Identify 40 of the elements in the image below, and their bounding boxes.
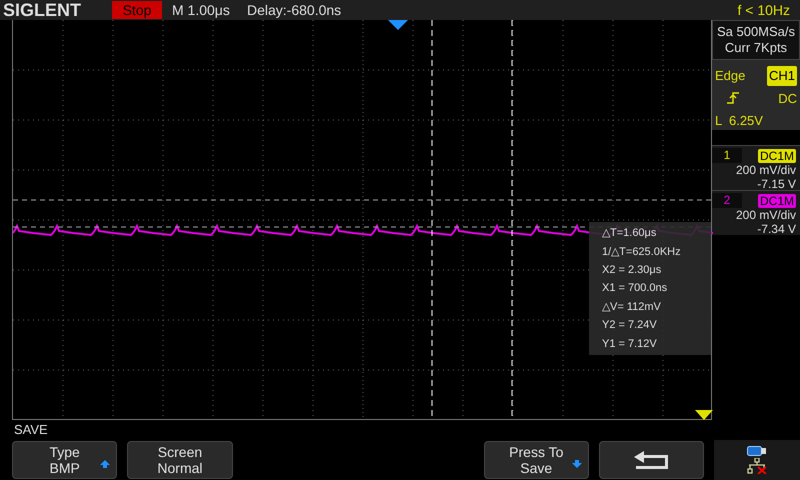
network-disconnected-icon: [747, 458, 768, 474]
menu-title: SAVE: [13, 421, 49, 439]
softkey-button[interactable]: Type BMP: [12, 441, 118, 479]
vertical-scale-label: 200 mV/div: [736, 208, 796, 222]
channel-offset-label: -7.34 V: [757, 222, 796, 236]
coupling-chip: DC1M: [758, 194, 796, 208]
run-status[interactable]: Stop: [112, 1, 162, 19]
measurement-readout: Y2 = 7.24V: [602, 318, 658, 332]
measurement-readout: △V= 112mV: [602, 300, 662, 314]
channel-offset-label: -7.15 V: [757, 177, 796, 191]
softkey-button[interactable]: Press To Save: [484, 441, 589, 479]
usb-drive-icon: [747, 446, 768, 456]
measurement-readout: Y1 = 7.12V: [602, 336, 658, 351]
trigger-coupling-label: DC: [778, 90, 797, 108]
delay-label: Delay:-680.0ns: [247, 0, 342, 20]
measurement-readout: 1/△T=625.0KHz: [602, 244, 682, 259]
channel-number: 1: [712, 148, 742, 163]
channel-number: 2: [712, 193, 742, 208]
trigger-level-marker: [695, 410, 713, 420]
memory-depth-label: Curr 7Kpts: [724, 40, 788, 56]
measurement-readout: X2 = 2.30μs: [602, 263, 662, 278]
measurement-readout: X1 = 700.0ns: [602, 281, 668, 296]
vertical-scale-label: 200 mV/div: [736, 163, 796, 177]
down-arrow-icon: [572, 460, 582, 468]
rising-edge-icon: [727, 92, 739, 104]
channel-panel[interactable]: 1 DC1M 200 mV/div -7.15 V: [712, 145, 800, 190]
coupling-chip: DC1M: [758, 148, 796, 162]
trigger-source-chip: CH1: [766, 66, 797, 86]
trigger-panel[interactable]: Edge CH1 DC L 6.25V: [712, 60, 800, 130]
measurement-readout: △T=1.60μs: [602, 226, 658, 240]
frequency-label: f < 10Hz: [737, 0, 790, 20]
trigger-level-label: L 6.25V: [715, 112, 764, 130]
timebase-label: M 1.00μs: [172, 0, 231, 20]
brand-logo: SIGLENT: [2, 0, 82, 20]
channel-panel[interactable]: 2 DC1M 200 mV/div -7.34 V: [712, 190, 800, 235]
up-arrow-icon: [100, 460, 110, 468]
sample-rate-label: Sa 500MSa/s: [716, 24, 796, 40]
trigger-type-label: Edge: [715, 67, 746, 85]
softkey-button[interactable]: Screen Normal: [127, 441, 233, 479]
back-button[interactable]: [598, 441, 704, 479]
